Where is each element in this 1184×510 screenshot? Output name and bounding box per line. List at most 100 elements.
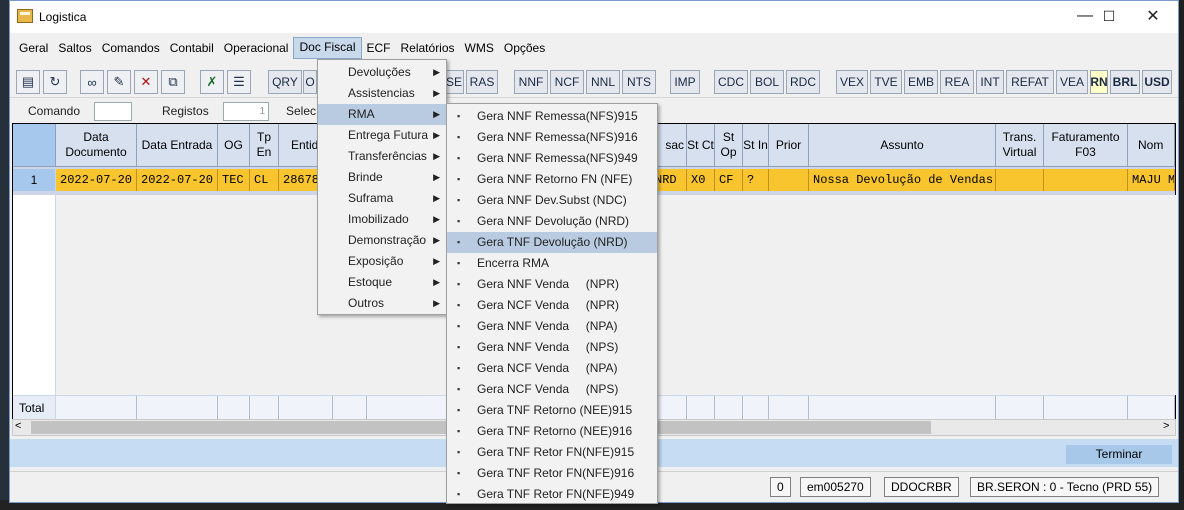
report-icon[interactable]: ☰ xyxy=(227,70,251,94)
menu-contabil[interactable]: Contabil xyxy=(165,38,219,58)
header-og[interactable]: OG xyxy=(218,124,250,167)
toolbar-button-emb[interactable]: EMB xyxy=(904,70,938,94)
menu-comandos[interactable]: Comandos xyxy=(97,38,165,58)
rma-menu-item[interactable]: ▪ Gera NNF Retorno FN (NFE) xyxy=(447,169,657,190)
excel-icon[interactable]: ✗ xyxy=(200,70,224,94)
rma-menu-item[interactable]: ▪ Gera NNF Dev.Subst (NDC) xyxy=(447,190,657,211)
cell-st-op[interactable]: CF xyxy=(715,169,743,191)
menu-opcoes[interactable]: Opções xyxy=(499,38,550,58)
rma-menu-item[interactable]: ▪ Gera NNF Remessa(NFS)916 xyxy=(447,127,657,148)
header-data-entrada[interactable]: Data Entrada xyxy=(137,124,218,167)
menu-item-demonstracao[interactable]: Demonstração ▶ xyxy=(318,230,446,251)
menu-item-brinde[interactable]: Brinde ▶ xyxy=(318,167,446,188)
header-st-in[interactable]: St In xyxy=(743,124,769,167)
rma-menu-item[interactable]: ▪ Gera NNF Venda (NPA) xyxy=(447,316,657,337)
menu-doc-fiscal[interactable]: Doc Fiscal xyxy=(293,37,362,59)
cell-nome[interactable]: MAJU M xyxy=(1128,169,1175,191)
menu-ecf[interactable]: ECF xyxy=(362,38,396,58)
cell-tp-en[interactable]: CL xyxy=(250,169,279,191)
header-nome[interactable]: Nom xyxy=(1128,124,1175,167)
cell-st-in[interactable]: ? xyxy=(743,169,769,191)
toolbar-button-refat[interactable]: REFAT xyxy=(1006,70,1054,94)
cell-assunto[interactable]: Nossa Devolução de Vendas xyxy=(809,169,996,191)
rma-menu-item[interactable]: ▪ Gera NCF Venda (NPR) xyxy=(447,295,657,316)
menu-item-estoque[interactable]: Estoque ▶ xyxy=(318,272,446,293)
toolbar-button-cdc[interactable]: CDC xyxy=(714,70,748,94)
cell-st-ct[interactable]: X0 xyxy=(687,169,715,191)
rma-menu-item[interactable]: ▪ Gera NNF Remessa(NFS)949 xyxy=(447,148,657,169)
cell-trans-virtual[interactable] xyxy=(996,169,1044,191)
menu-operacional[interactable]: Operacional xyxy=(219,38,294,58)
toolbar-button-tve[interactable]: TVE xyxy=(870,70,902,94)
menu-saltos[interactable]: Saltos xyxy=(53,38,96,58)
toolbar-button-qry[interactable]: QRY xyxy=(268,70,302,94)
cell-prior[interactable] xyxy=(769,169,809,191)
toolbar-button-int[interactable]: INT xyxy=(976,70,1004,94)
toolbar-button-o[interactable]: O xyxy=(303,70,317,94)
rma-menu-item[interactable]: ▪ Encerra RMA xyxy=(447,253,657,274)
rma-menu-item[interactable]: ▪ Gera NNF Venda (NPR) xyxy=(447,274,657,295)
toolbar-button-vea[interactable]: VEA xyxy=(1056,70,1088,94)
cell-data-documento[interactable]: 2022-07-20 xyxy=(56,169,137,191)
header-trans-virtual[interactable]: Trans. Virtual xyxy=(996,124,1044,167)
menu-geral[interactable]: Geral xyxy=(14,38,53,58)
toolbar-button-nnl[interactable]: NNL xyxy=(586,70,620,94)
toolbar-button-rn[interactable]: RN xyxy=(1090,70,1108,94)
rma-menu-item[interactable]: ▪ Gera NCF Venda (NPA) xyxy=(447,358,657,379)
copy-icon[interactable]: ⧉ xyxy=(161,70,185,94)
menu-relatorios[interactable]: Relatórios xyxy=(396,38,460,58)
scroll-right-icon[interactable]: > xyxy=(1163,420,1169,432)
header-data-documento[interactable]: Data Documento xyxy=(56,124,137,167)
close-button[interactable]: ✕ xyxy=(1130,1,1176,31)
toolbar-button-nnf[interactable]: NNF xyxy=(514,70,548,94)
cell-data-entrada[interactable]: 2022-07-20 xyxy=(137,169,218,191)
header-faturamento[interactable]: Faturamento F03 xyxy=(1044,124,1128,167)
toolbar-button-imp[interactable]: IMP xyxy=(670,70,700,94)
maximize-button[interactable]: ☐ xyxy=(1086,1,1132,31)
toolbar-button-nts[interactable]: NTS xyxy=(622,70,656,94)
header-assunto[interactable]: Assunto xyxy=(809,124,996,167)
menu-item-imobilizado[interactable]: Imobilizado ▶ xyxy=(318,209,446,230)
menu-item-assistencias[interactable]: Assistencias ▶ xyxy=(318,83,446,104)
toolbar-button-usd[interactable]: USD xyxy=(1142,70,1172,94)
toolbar-button-rea[interactable]: REA xyxy=(940,70,974,94)
menu-item-rma[interactable]: RMA ▶ xyxy=(318,104,446,125)
menu-item-devolucoes[interactable]: Devoluções ▶ xyxy=(318,62,446,83)
edit-icon[interactable]: ✎ xyxy=(107,70,131,94)
toolbar-button-brl[interactable]: BRL xyxy=(1110,70,1140,94)
rma-menu-item[interactable]: ▪ Gera TNF Retorno (NEE)916 xyxy=(447,421,657,442)
header-tp-en[interactable]: Tp En xyxy=(250,124,279,167)
cell-faturamento[interactable] xyxy=(1044,169,1128,191)
cell-og[interactable]: TEC xyxy=(218,169,250,191)
rma-menu-item[interactable]: ▪ Gera TNF Retorno (NEE)915 xyxy=(447,400,657,421)
header-prior[interactable]: Prior xyxy=(769,124,809,167)
rma-menu-item[interactable]: ▪ Gera TNF Devolução (NRD) xyxy=(447,232,657,253)
rma-menu-item[interactable]: ▪ Gera TNF Retor FN(NFE)949 xyxy=(447,484,657,503)
rma-menu-item[interactable]: ▪ Gera NCF Venda (NPS) xyxy=(447,379,657,400)
toolbar-button-vex[interactable]: VEX xyxy=(836,70,868,94)
toolbar-button-rdc[interactable]: RDC xyxy=(786,70,820,94)
scroll-left-icon[interactable]: < xyxy=(15,420,21,432)
menu-wms[interactable]: WMS xyxy=(460,38,499,58)
delete-icon[interactable]: ✕ xyxy=(134,70,158,94)
rma-menu-item[interactable]: ▪ Gera NNF Devolução (NRD) xyxy=(447,211,657,232)
glasses-icon[interactable]: ∞ xyxy=(80,70,104,94)
menu-item-transferencias[interactable]: Transferências ▶ xyxy=(318,146,446,167)
terminar-button[interactable]: Terminar xyxy=(1066,445,1172,464)
toolbar-button-ras[interactable]: RAS xyxy=(466,70,498,94)
toolbar-button-se[interactable]: SE xyxy=(444,70,464,94)
toolbar-button-bol[interactable]: BOL xyxy=(750,70,784,94)
header-sac[interactable]: sac xyxy=(653,124,687,167)
comando-input[interactable] xyxy=(94,102,132,121)
rma-menu-item[interactable]: ▪ Gera TNF Retor FN(NFE)916 xyxy=(447,463,657,484)
cell-sac[interactable]: NRD xyxy=(653,169,687,191)
toolbar-button-ncf[interactable]: NCF xyxy=(550,70,584,94)
rma-menu-item[interactable]: ▪ Gera TNF Retor FN(NFE)915 xyxy=(447,442,657,463)
menu-item-exposicao[interactable]: Exposição ▶ xyxy=(318,251,446,272)
rma-menu-item[interactable]: ▪ Gera NNF Remessa(NFS)915 xyxy=(447,106,657,127)
menu-item-outros[interactable]: Outros ▶ xyxy=(318,293,446,314)
row-number[interactable]: 1 xyxy=(13,169,55,191)
menu-item-entrega-futura[interactable]: Entrega Futura ▶ xyxy=(318,125,446,146)
header-st-op[interactable]: St Op xyxy=(715,124,743,167)
header-st-ct[interactable]: St Ct xyxy=(687,124,715,167)
